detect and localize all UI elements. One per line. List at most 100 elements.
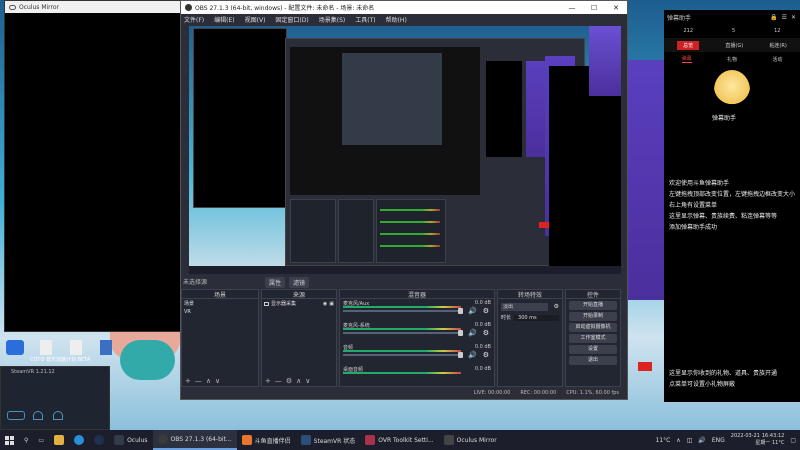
taskbar-app[interactable]: OBS 27.1.3 (64-bit...	[152, 430, 237, 450]
close-icon[interactable]: ✕	[791, 14, 800, 21]
danmu-helper-window[interactable]: 弹幕助手 🔒 ☰ ✕ 212 5 12 总览 直播(G) 粘连(R) 弹幕 礼物…	[664, 10, 800, 402]
input-language[interactable]: ENG	[712, 437, 725, 444]
taskbar-app[interactable]: Oculus	[109, 430, 152, 450]
scene-item[interactable]: VR	[182, 308, 258, 316]
down-icon[interactable]: ∨	[305, 377, 310, 385]
taskbar-app-label: OBS 27.1.3 (64-bit...	[170, 435, 232, 443]
remove-icon[interactable]: —	[275, 377, 282, 385]
maximize-icon[interactable]: ☐	[583, 4, 605, 12]
exit-button[interactable]: 退出	[569, 356, 617, 365]
add-icon[interactable]: +	[265, 377, 271, 385]
word-icon[interactable]	[100, 340, 112, 355]
tray-chevron-icon[interactable]: ∧	[676, 437, 680, 444]
menu-help[interactable]: 帮助(H)	[386, 15, 407, 24]
danmu-stats: 212 5 12	[664, 24, 800, 38]
obs-preview[interactable]	[189, 26, 621, 274]
volume-slider[interactable]	[343, 354, 461, 356]
subtab-gifts[interactable]: 礼物	[727, 56, 737, 63]
sources-header: 来源	[262, 290, 336, 299]
gear-icon[interactable]: ⚙	[286, 377, 292, 385]
steam-button[interactable]	[89, 430, 109, 450]
speaker-icon[interactable]: 🔊	[468, 307, 477, 315]
speaker-icon[interactable]: 🔊	[468, 351, 477, 359]
volume-icon[interactable]: 🔊	[698, 437, 705, 444]
up-icon[interactable]: ∧	[296, 377, 301, 385]
scenes-dock: 场景 场景 VR + — ∧ ∨	[181, 289, 259, 387]
danmu-titlebar[interactable]: 弹幕助手 🔒 ☰ ✕	[664, 10, 800, 24]
close-icon[interactable]: ✕	[605, 4, 627, 12]
start-recording-button[interactable]: 开始录制	[569, 312, 617, 321]
studio-mode-button[interactable]: 工作室模式	[569, 334, 617, 343]
remove-icon[interactable]: —	[195, 377, 202, 385]
start-streaming-button[interactable]: 开始直播	[569, 301, 617, 310]
explorer-button[interactable]	[49, 430, 69, 450]
gear-icon[interactable]: ⚙	[483, 329, 489, 337]
oculus-mirror-titlebar[interactable]: Oculus Mirror	[5, 1, 181, 13]
taskbar-app[interactable]: OVR Toolkit Setti...	[360, 430, 438, 450]
fan-count: 5	[731, 28, 736, 34]
volume-slider[interactable]	[343, 332, 461, 334]
taskbar-app[interactable]: 斗鱼直播伴侣	[237, 430, 296, 450]
volume-slider[interactable]	[343, 310, 461, 312]
lock-icon[interactable]: 🔒	[770, 14, 777, 21]
tab-live[interactable]: 直播(G)	[725, 42, 743, 49]
speaker-icon[interactable]: 🔊	[468, 329, 477, 337]
steamvr-icon	[300, 435, 311, 445]
gear-icon[interactable]: ⚙	[483, 351, 489, 359]
task-view-button[interactable]: ▭	[33, 430, 49, 450]
subtab-danmu[interactable]: 弹幕	[681, 55, 692, 63]
filters-button[interactable]: 滤镜	[289, 277, 310, 288]
nested-obs-window	[285, 38, 585, 266]
obs-titlebar[interactable]: OBS 27.1.3 (64-bit, windows) - 配置文件: 未命名…	[181, 1, 627, 14]
menu-view[interactable]: 视图(V)	[245, 15, 266, 24]
taskbar-app[interactable]: Oculus Mirror	[439, 430, 502, 450]
eye-icon[interactable]: ◉	[323, 301, 327, 307]
taskbar-app-label: Oculus	[127, 436, 148, 444]
settings-button[interactable]: 设置	[569, 345, 617, 354]
channel-db: 0.0 dB	[474, 300, 491, 306]
tab-overview[interactable]: 总览	[677, 40, 700, 50]
properties-button[interactable]: 属性	[265, 277, 286, 288]
search-button[interactable]: ⚲	[19, 430, 33, 450]
gear-icon[interactable]: ⚙	[483, 307, 489, 315]
steamvr-window[interactable]: SteamVR 1.21.12	[0, 366, 110, 430]
clock[interactable]: 2022-03-21 16:43:12 星期一 11°C	[731, 433, 785, 447]
mascot-image	[714, 70, 750, 110]
oculus-mirror-icon	[443, 435, 454, 445]
scene-item[interactable]: 场景	[182, 299, 258, 308]
network-icon[interactable]: ◫	[687, 437, 693, 444]
obs-window[interactable]: OBS 27.1.3 (64-bit, windows) - 配置文件: 未命名…	[180, 0, 628, 400]
volume-slider-handle[interactable]	[458, 352, 463, 358]
ovr-toolkit-icon	[365, 435, 376, 445]
gear-icon[interactable]: ⚙	[554, 303, 559, 310]
taskbar-app[interactable]: SteamVR 状态	[296, 430, 361, 450]
menu-file[interactable]: 文件(F)	[184, 15, 204, 24]
down-icon[interactable]: ∨	[215, 377, 220, 385]
subtab-events[interactable]: 活动	[772, 56, 782, 63]
menu-docks[interactable]: 固定窗口(D)	[275, 15, 308, 24]
volume-slider-handle[interactable]	[458, 308, 463, 314]
minimize-icon[interactable]: —	[561, 4, 583, 12]
duration-input[interactable]: 300 ms	[514, 314, 559, 321]
weather[interactable]: 11°C	[655, 437, 670, 444]
start-button[interactable]	[0, 430, 19, 450]
start-virtual-camera-button[interactable]: 启动虚拟摄像机	[569, 323, 617, 332]
up-icon[interactable]: ∧	[206, 377, 211, 385]
volume-slider-handle[interactable]	[458, 330, 463, 336]
lock-icon[interactable]: ▣	[329, 301, 334, 307]
app-icon[interactable]	[6, 340, 24, 355]
oculus-mirror-window[interactable]: Oculus Mirror	[4, 0, 182, 332]
menu-tools[interactable]: 工具(T)	[355, 15, 375, 24]
add-icon[interactable]: +	[185, 377, 191, 385]
transition-select[interactable]: 淡出	[501, 303, 548, 311]
menu-edit[interactable]: 编辑(E)	[214, 15, 234, 24]
doc-icon[interactable]	[40, 340, 52, 355]
source-item[interactable]: 显示器采集 ◉ ▣	[262, 299, 336, 308]
menu-icon[interactable]: ☰	[778, 14, 791, 21]
tab-sticky[interactable]: 粘连(R)	[769, 42, 786, 49]
notification-icon[interactable]: ▢	[790, 437, 796, 444]
menu-scene-collection[interactable]: 场景集(S)	[319, 15, 346, 24]
doc-icon[interactable]	[70, 340, 82, 355]
edge-button[interactable]	[69, 430, 89, 450]
steamvr-titlebar[interactable]: SteamVR 1.21.12	[1, 367, 109, 377]
